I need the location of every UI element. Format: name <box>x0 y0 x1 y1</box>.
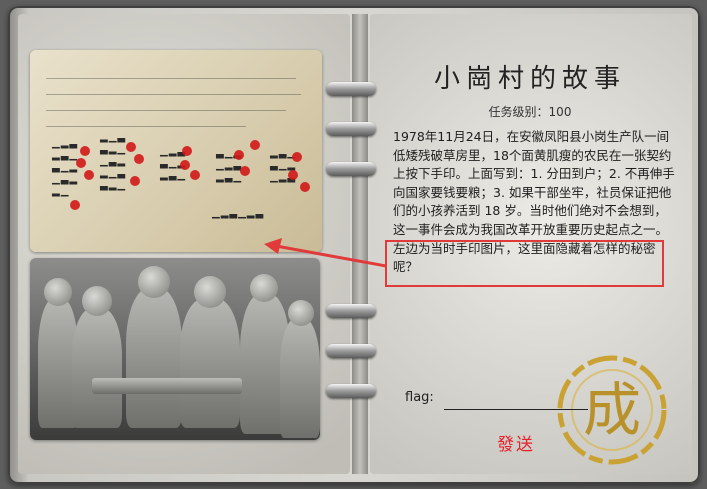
binder-ring <box>326 304 376 318</box>
pointer-arrow-icon <box>264 238 387 268</box>
binder-ring <box>326 122 376 136</box>
svg-text:成: 成 <box>583 376 641 444</box>
flag-input[interactable] <box>444 389 588 410</box>
binder-ring <box>326 344 376 358</box>
notebook-stage: ▁▂▃ ▂▃▁ ▃▁▂ ▁▃▂ ▂▁ ▂▁▃ ▃▂▁ ▁▃▂ ▂▁▃ ▃▂▁ ▁▂▃ ▃▁▂ ▂▃▁… <box>0 0 707 489</box>
binder-ring <box>326 384 376 398</box>
binder-ring <box>326 82 376 96</box>
sculpture-table <box>92 378 242 394</box>
task-level: 任务级别：100 <box>488 105 572 119</box>
binder-ring <box>326 162 376 176</box>
page-title: 小崗村的故事 <box>433 64 626 94</box>
sculpture-photo <box>30 258 320 440</box>
flag-label: flag: <box>405 390 434 405</box>
fingerprint-contract-image: ▁▂▃ ▂▃▁ ▃▁▂ ▁▃▂ ▂▁ ▂▁▃ ▃▂▁ ▁▃▂ ▂▁▃ ▃▂▁ ▁▂▃ ▃▁▂ ▂▃▁… <box>30 50 322 252</box>
highlight-box <box>385 240 664 287</box>
send-button[interactable]: 發送 <box>497 430 535 455</box>
